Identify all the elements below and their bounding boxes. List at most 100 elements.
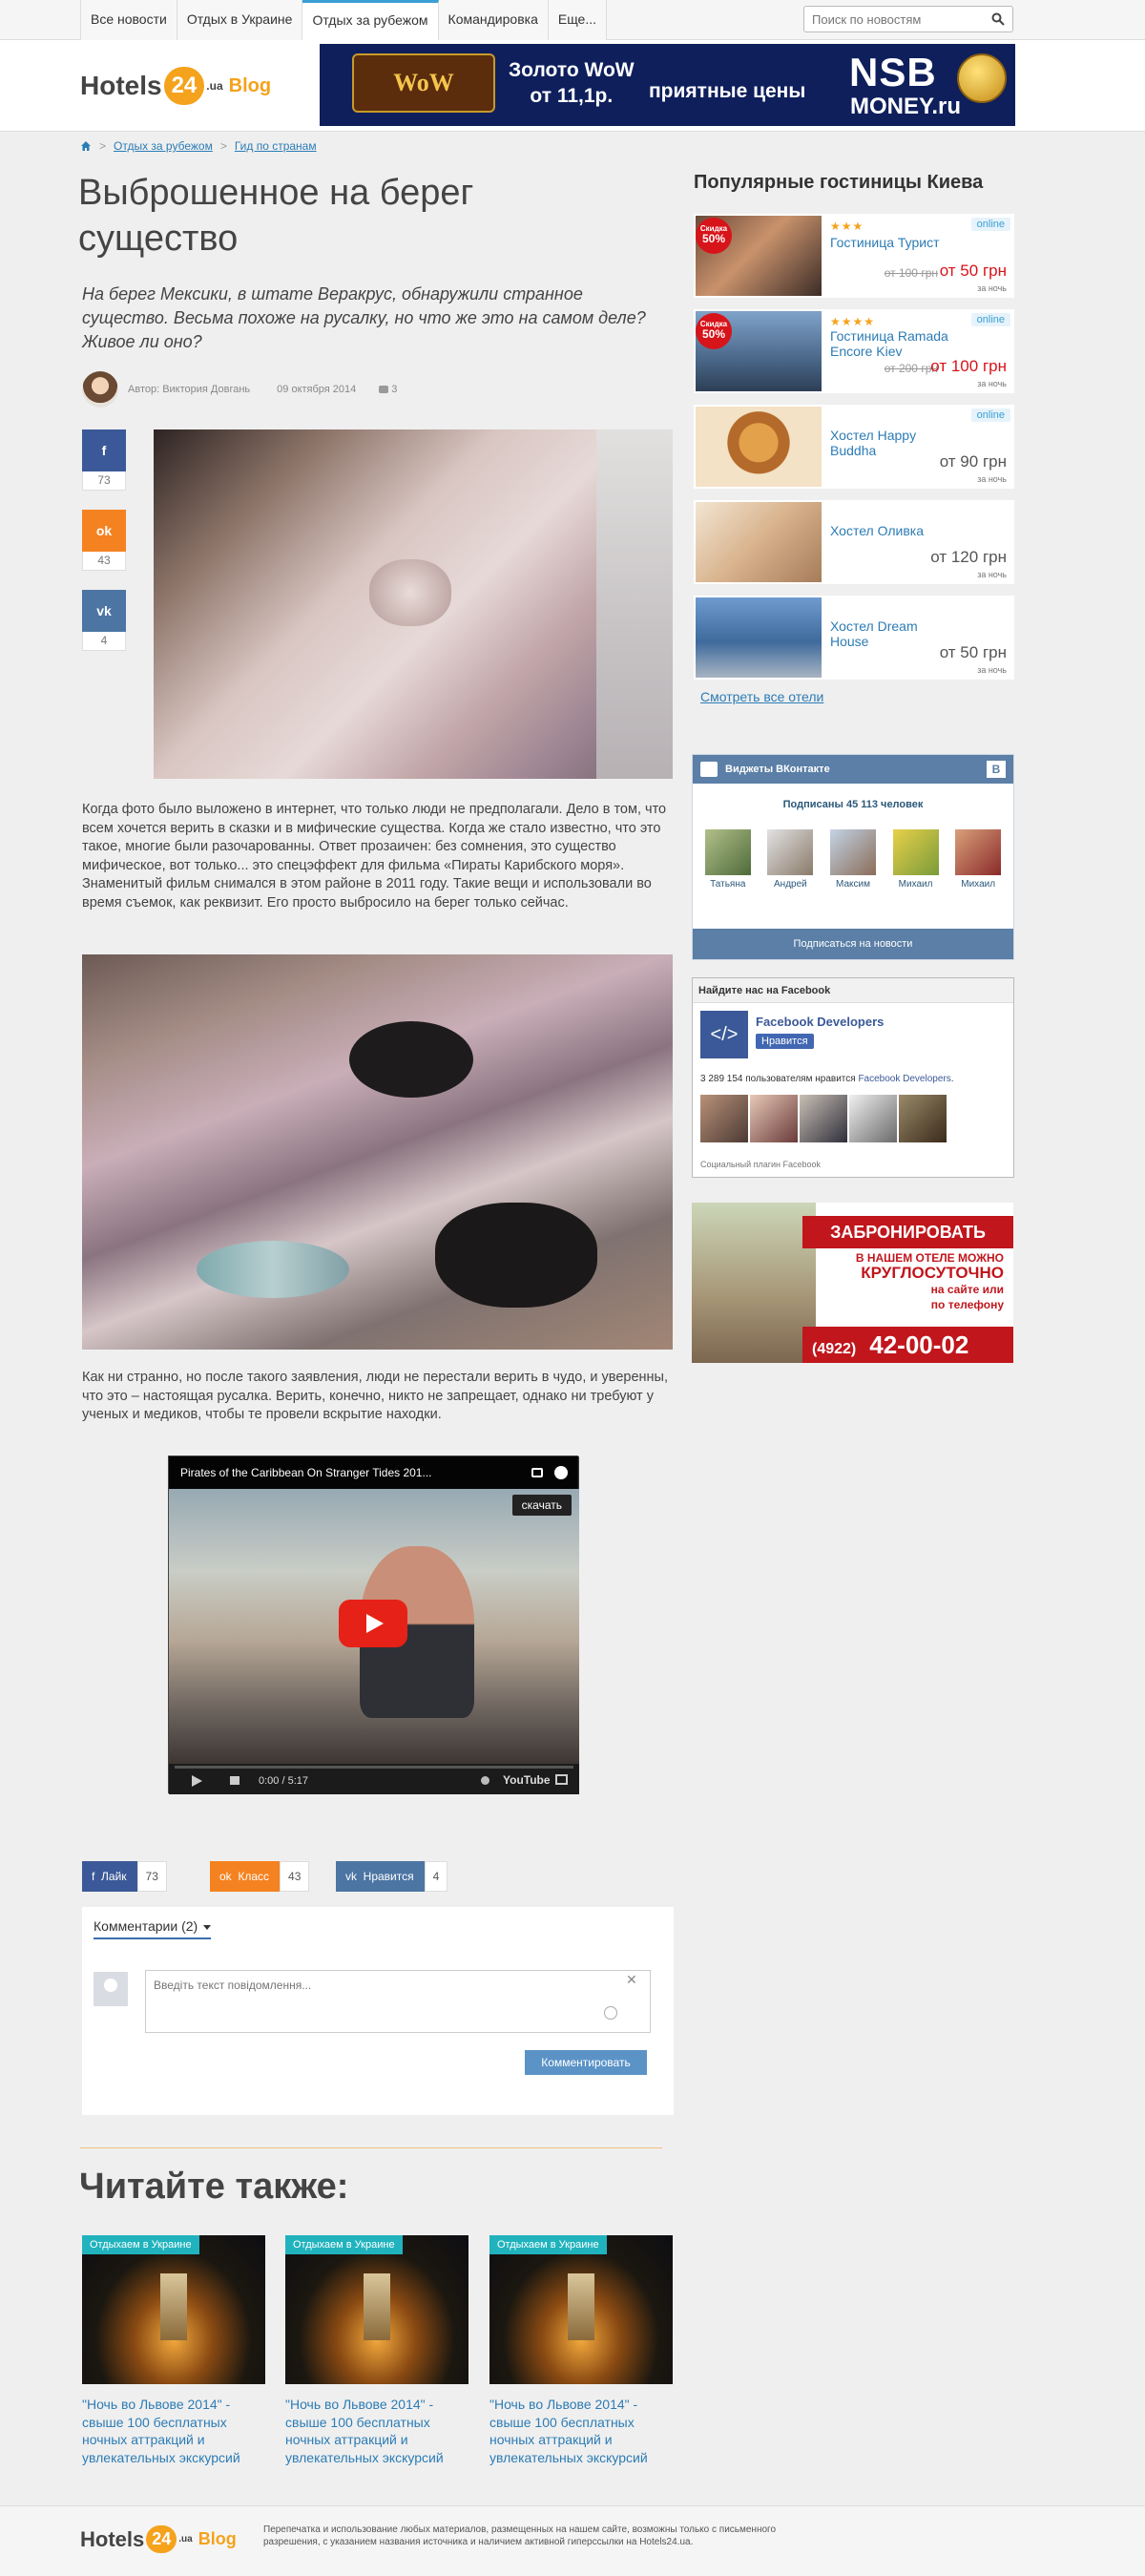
hotel-card[interactable]: Хостел Dream House от 50 грн за ночь <box>694 596 1014 680</box>
hotel-name[interactable]: Хостел Dream House <box>830 618 954 649</box>
video-progress-bar[interactable] <box>175 1766 573 1769</box>
category-tag[interactable]: Отдыхаем в Украине <box>82 2235 199 2254</box>
share-vk-bottom[interactable]: vk Нравится 4 <box>336 1861 448 1892</box>
hotel-card[interactable]: Скидка 50% ★★★ Гостиница Турист online от… <box>694 214 1014 298</box>
video-player[interactable]: Pirates of the Caribbean On Stranger Tid… <box>168 1456 579 1794</box>
footer-logo[interactable]: Hotels 24 .ua Blog <box>80 2525 237 2553</box>
hotel-image[interactable] <box>696 502 822 582</box>
settings-icon[interactable] <box>481 1776 489 1785</box>
vk-person[interactable]: Михаил <box>951 829 1005 890</box>
vk-like-button[interactable]: vk Нравится <box>336 1861 426 1892</box>
facebook-count: 73 <box>82 471 126 491</box>
hotel-card[interactable]: Хостел Happy Buddha online от 90 грн за … <box>694 405 1014 489</box>
odnoklassniki-class-count: 43 <box>280 1861 310 1892</box>
comments-header-label: Комментарии (2) <box>94 1918 198 1934</box>
related-article-card[interactable]: Отдыхаем в Украине "Ночь во Львове 2014"… <box>285 2235 468 2474</box>
vk-person[interactable]: Максим <box>826 829 880 890</box>
image-tower <box>568 2273 594 2340</box>
facebook-developers-logo[interactable]: </> <box>700 1011 748 1058</box>
breadcrumb-guide[interactable]: Гид по странам <box>235 139 317 153</box>
search-input[interactable] <box>804 7 976 31</box>
nav-all-news[interactable]: Все новости <box>81 0 177 40</box>
facebook-fan-avatar[interactable] <box>750 1095 798 1142</box>
share-vk-side[interactable]: vk 4 <box>82 590 126 651</box>
vk-person[interactable]: Татьяна <box>701 829 755 890</box>
facebook-icon: f <box>82 429 126 471</box>
facebook-like-label: Лайк <box>101 1870 127 1883</box>
breadcrumb-separator: > <box>99 139 107 153</box>
facebook-page-name[interactable]: Facebook Developers <box>756 1015 884 1029</box>
facebook-like-button[interactable]: f Лайк <box>82 1861 138 1892</box>
hotel-card[interactable]: Скидка 50% ★★★★ Гостиница Ramada Encore K… <box>694 309 1014 393</box>
share-odnoklassniki-bottom[interactable]: ok Класс 43 <box>210 1861 310 1892</box>
related-article-title[interactable]: "Ночь во Львове 2014" - свыше 100 беспла… <box>285 2396 468 2466</box>
share-facebook-side[interactable]: f 73 <box>82 429 126 491</box>
booking-ad-banner[interactable]: ЗАБРОНИРОВАТЬ НОМЕР В НАШЕМ ОТЕЛЕ МОЖНО К… <box>692 1203 1013 1363</box>
discount-badge: Скидка 50% <box>696 313 732 349</box>
hotel-name[interactable]: Хостел Оливка <box>830 523 954 538</box>
emoji-icon[interactable] <box>604 2006 617 2020</box>
play-icon[interactable] <box>339 1600 407 1647</box>
comment-submit-button[interactable]: Комментировать <box>525 2050 647 2075</box>
ad-headline: ЗАБРОНИРОВАТЬ НОМЕР <box>802 1216 1013 1274</box>
share-icon[interactable] <box>531 1468 543 1477</box>
home-icon[interactable] <box>80 140 92 152</box>
share-facebook-bottom[interactable]: f Лайк 73 <box>82 1861 167 1892</box>
video-download-button[interactable]: скачать <box>511 1495 572 1516</box>
user-avatar <box>94 1972 128 2006</box>
ad-phone: (4922) 42-00-02 <box>802 1327 1013 1363</box>
comments-header[interactable]: Комментарии (2) <box>94 1918 212 1939</box>
category-tag[interactable]: Отдыхаем в Украине <box>285 2235 403 2254</box>
nav-ukraine[interactable]: Отдых в Украине <box>177 0 303 40</box>
share-odnoklassniki-side[interactable]: ok 43 <box>82 510 126 571</box>
comment-count[interactable]: 3 <box>379 384 397 395</box>
info-icon[interactable] <box>554 1466 568 1479</box>
play-small-icon[interactable] <box>192 1775 202 1787</box>
site-logo[interactable]: Hotels 24 .ua Blog <box>80 57 271 115</box>
facebook-fan-avatar[interactable] <box>700 1095 748 1142</box>
all-hotels-link[interactable]: Смотреть все отели <box>700 689 823 704</box>
search-icon[interactable] <box>991 12 1005 26</box>
facebook-fan-avatar[interactable] <box>800 1095 847 1142</box>
comment-input[interactable] <box>145 1970 651 2033</box>
volume-icon[interactable] <box>230 1776 239 1785</box>
odnoklassniki-class-button[interactable]: ok Класс <box>210 1861 281 1892</box>
facebook-fan-avatar[interactable] <box>899 1095 947 1142</box>
related-article-title[interactable]: "Ночь во Львове 2014" - свыше 100 беспла… <box>82 2396 265 2466</box>
related-article-image[interactable]: Отдыхаем в Украине <box>489 2235 673 2384</box>
hotel-name[interactable]: Гостиница Ramada Encore Kiev <box>830 328 954 359</box>
related-article-image[interactable]: Отдыхаем в Украине <box>285 2235 468 2384</box>
facebook-like-page-button[interactable]: Нравится <box>756 1034 814 1049</box>
vk-logo-icon[interactable]: B <box>987 761 1006 778</box>
youtube-logo[interactable]: YouTube <box>503 1773 551 1787</box>
category-tag[interactable]: Отдыхаем в Украине <box>489 2235 607 2254</box>
hotel-name[interactable]: Гостиница Турист <box>830 235 954 250</box>
vk-person[interactable]: Михаил <box>889 829 943 890</box>
facebook-count-link[interactable]: Facebook Developers <box>858 1074 950 1084</box>
discount-value: 50% <box>701 232 726 245</box>
nav-abroad[interactable]: Отдых за рубежом <box>302 0 439 40</box>
breadcrumb-abroad[interactable]: Отдых за рубежом <box>114 139 213 153</box>
vk-person[interactable]: Андрей <box>763 829 817 890</box>
banner-brand-domain: MONEY.ru <box>850 94 962 119</box>
related-article-image[interactable]: Отдыхаем в Украине <box>82 2235 265 2384</box>
video-title[interactable]: Pirates of the Caribbean On Stranger Tid… <box>180 1466 431 1479</box>
hotel-name[interactable]: Хостел Happy Buddha <box>830 428 954 458</box>
fullscreen-icon[interactable] <box>555 1774 568 1785</box>
related-article-card[interactable]: Отдыхаем в Украине "Ночь во Львове 2014"… <box>82 2235 265 2474</box>
facebook-widget-header: Найдите нас на Facebook <box>693 978 1013 1003</box>
top-ad-banner[interactable]: WoW Золото WoW от 11,1р. приятные цены NS… <box>320 44 1015 126</box>
vk-subscribe-button[interactable]: Подписаться на новости <box>693 929 1013 959</box>
hotel-card[interactable]: Хостел Оливка от 120 грн за ночь <box>694 500 1014 584</box>
vk-group-icon <box>700 762 718 777</box>
vk-person-name: Михаил <box>961 879 996 890</box>
related-article-card[interactable]: Отдыхаем в Украине "Ночь во Львове 2014"… <box>489 2235 673 2474</box>
close-icon[interactable]: ✕ <box>626 1972 637 1988</box>
related-article-title[interactable]: "Ночь во Львове 2014" - свыше 100 беспла… <box>489 2396 673 2466</box>
hotel-image[interactable] <box>696 407 822 487</box>
vk-subscribers[interactable]: Подписаны 45 113 человек <box>693 799 1013 810</box>
facebook-fan-avatar[interactable] <box>849 1095 897 1142</box>
nav-more[interactable]: Еще... <box>548 0 608 40</box>
nav-business-trip[interactable]: Командировка <box>438 0 549 40</box>
hotel-image[interactable] <box>696 597 822 678</box>
